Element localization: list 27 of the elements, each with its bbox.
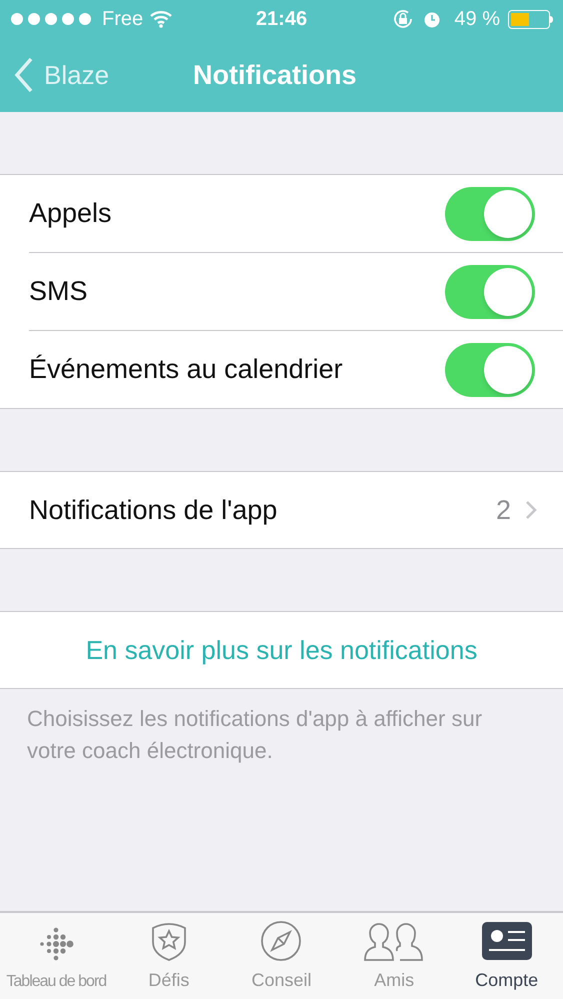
toggle-switch[interactable] — [445, 264, 535, 318]
toggle-switch[interactable] — [445, 186, 535, 240]
app-notifications-row[interactable]: Notifications de l'app 2 — [0, 471, 563, 549]
screen-title: Notifications — [193, 58, 357, 92]
setting-label: SMS — [29, 275, 89, 308]
tab-bar-item[interactable]: Amis — [338, 913, 450, 999]
setting-label: Événements au calendrier — [29, 353, 344, 386]
chevron-right-icon — [525, 500, 537, 520]
compass-icon — [260, 920, 302, 962]
tab-bar-item[interactable]: Conseil — [225, 913, 338, 999]
clock-time: 21:46 — [256, 8, 308, 30]
count-label: 2 — [496, 494, 511, 527]
people-icon — [363, 921, 426, 961]
footer-note: Choisissez les notifications d'app à afficher sur votre coach électronique. — [26, 705, 484, 765]
tab-bar-item[interactable]: Compte — [450, 913, 563, 999]
tab-bar-item[interactable]: Tableau de bord — [0, 913, 113, 999]
back-button[interactable]: Blaze — [0, 56, 110, 94]
tab-bar-item[interactable]: Défis — [112, 913, 226, 999]
battery-icon — [508, 10, 553, 28]
rotation-lock-icon — [392, 8, 414, 30]
battery-percent: 49 % — [454, 7, 500, 32]
carrier-name: Free — [102, 7, 144, 32]
id-card-icon — [482, 922, 532, 960]
setting-label: Appels — [29, 197, 113, 230]
chevron-left-icon — [14, 57, 34, 93]
wifi-icon — [149, 10, 174, 28]
toggle-switch[interactable] — [445, 342, 535, 396]
